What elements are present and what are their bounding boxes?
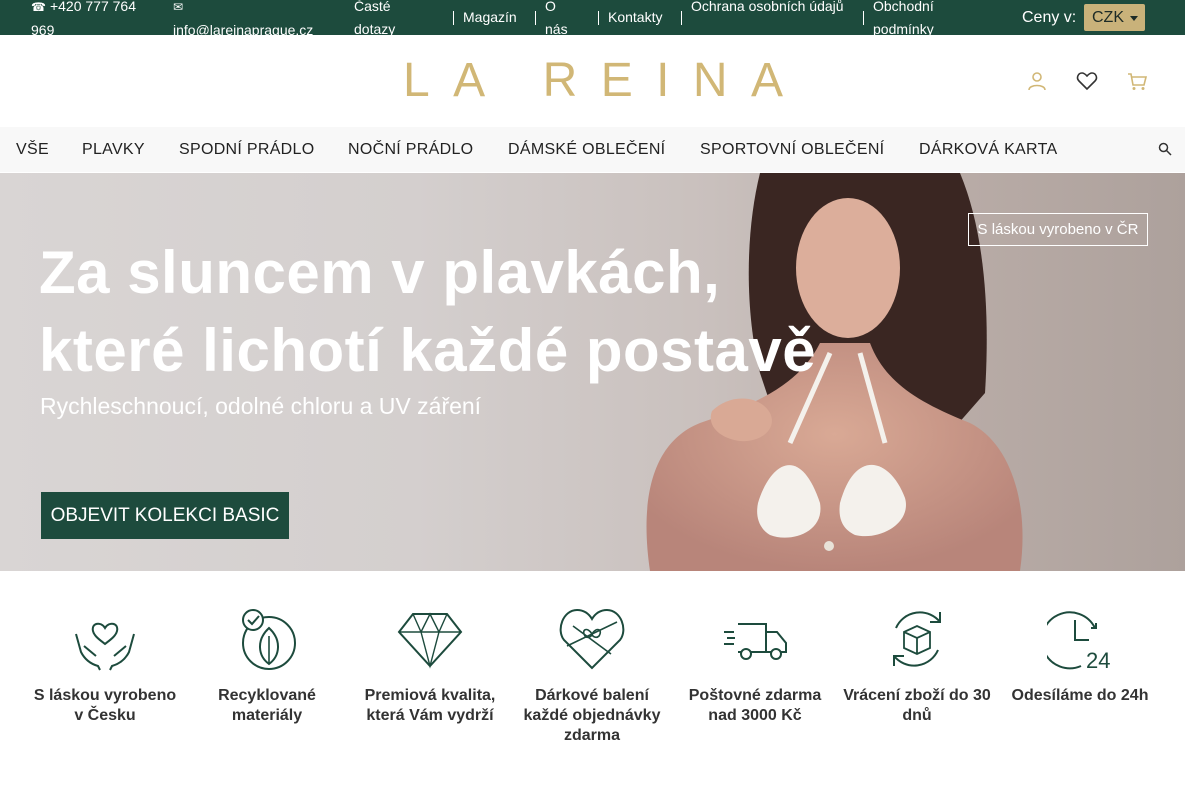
hero-title-line2: které lichotí každé postavě <box>39 317 817 384</box>
topbar-separator <box>863 11 864 25</box>
currency-select[interactable]: CZK <box>1084 4 1145 31</box>
currency-label: Ceny v: <box>1022 9 1077 26</box>
diamond-icon <box>397 612 463 669</box>
user-icon[interactable] <box>1026 71 1048 91</box>
nav-item-swimwear[interactable]: PLAVKY <box>82 127 145 172</box>
delivery-truck-icon <box>724 623 787 660</box>
hero-title-line1: Za sluncem v plavkách, <box>39 239 721 306</box>
chevron-down-icon <box>1130 16 1138 21</box>
nav-item-sportswear[interactable]: SPORTOVNÍ OBLEČENÍ <box>700 127 884 172</box>
site-header: LA REINA <box>0 35 1185 127</box>
hero-banner[interactable]: S láskou vyrobeno v ČR Za sluncem v plav… <box>0 173 1185 571</box>
logo-text: LA REINA <box>403 56 783 102</box>
topbar-link-contacts[interactable]: Kontakty <box>608 6 662 29</box>
nav-item-underwear[interactable]: SPODNÍ PRÁDLO <box>179 127 315 172</box>
feature-label: Poštovné zdarma nad 3000 Kč <box>688 687 822 724</box>
feature-item: Poštovné zdarma nad 3000 Kč <box>680 606 830 726</box>
phone-icon: ☎ <box>31 0 46 14</box>
envelope-icon: ✉ <box>173 0 184 14</box>
feature-label: Premiová kvalita, která Vám vydrží <box>364 687 496 724</box>
features-strip: S láskou vyrobeno v Česku Recyklované ma… <box>0 571 1185 800</box>
topbar-link-privacy[interactable]: Ochrana osobních údajů <box>691 0 851 18</box>
phone-number: +420 777 764 969 <box>31 0 136 38</box>
feature-item: Premiová kvalita, která Vám vydrží <box>355 606 505 726</box>
top-bar: ☎ +420 777 764 969 ✉ info@lareinaprague.cz… <box>0 0 1185 38</box>
feature-item: Dárkové balení každé objednávky zdarma <box>517 606 667 746</box>
svg-text:24: 24 <box>1086 648 1110 672</box>
leaf-check-icon <box>242 609 296 670</box>
cart-icon[interactable] <box>1126 71 1148 91</box>
nav-item-nightwear[interactable]: NOČNÍ PRÁDLO <box>348 127 473 172</box>
feature-item: 24 Odesíláme do 24h <box>1005 606 1155 706</box>
feature-item: Recyklované materiály <box>192 606 342 726</box>
topbar-separator <box>681 11 682 25</box>
feature-label: Odesíláme do 24h <box>1011 687 1149 704</box>
topbar-separator <box>453 11 454 25</box>
feature-label: Dárkové balení každé objednávky zdarma <box>523 687 661 744</box>
logo[interactable]: LA REINA <box>403 56 783 102</box>
hands-heart-icon <box>75 622 135 671</box>
clock-24-icon: 24 <box>1047 611 1110 672</box>
currency-value: CZK <box>1092 9 1124 26</box>
nav-item-gift-card[interactable]: DÁRKOVÁ KARTA <box>919 127 1057 172</box>
hero-subtitle: Rychleschnoucí, odolné chloru a UV zářen… <box>40 393 482 419</box>
topbar-separator <box>598 11 599 25</box>
search-icon[interactable] <box>1158 142 1172 156</box>
logo-wordmark: LA REINA <box>403 56 783 102</box>
topbar-separator <box>535 11 536 25</box>
nav-item-womens-clothing[interactable]: DÁMSKÉ OBLEČENÍ <box>508 127 665 172</box>
made-in-cz-badge: S láskou vyrobeno v ČR <box>968 213 1148 246</box>
discover-collection-button[interactable]: OBJEVIT KOLEKCI BASIC <box>41 492 289 539</box>
main-nav: VŠE PLAVKY SPODNÍ PRÁDLO NOČNÍ PRÁDLO DÁ… <box>0 127 1185 172</box>
return-box-icon <box>893 611 941 667</box>
feature-item: S láskou vyrobeno v Česku <box>30 606 180 726</box>
feature-label: Recyklované materiály <box>218 687 316 724</box>
nav-item-all[interactable]: VŠE <box>16 127 49 172</box>
topbar-link-magazine[interactable]: Magazín <box>463 6 517 29</box>
feature-item: Vrácení zboží do 30 dnů <box>842 606 992 726</box>
feature-label: S láskou vyrobeno v Česku <box>33 687 177 724</box>
heart-icon[interactable] <box>1076 71 1098 91</box>
gift-heart-icon <box>559 608 625 670</box>
feature-label: Vrácení zboží do 30 dnů <box>843 687 991 724</box>
